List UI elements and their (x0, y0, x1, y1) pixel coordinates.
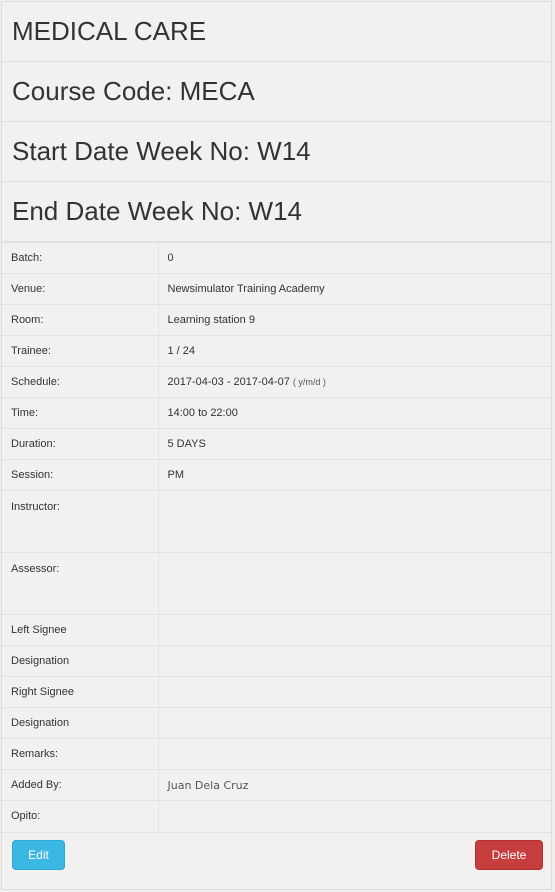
added-by-label: Added By: (2, 769, 159, 801)
schedule-label: Schedule: (2, 366, 159, 398)
edit-button[interactable]: Edit (12, 839, 65, 870)
duration-value: 5 DAYS (158, 428, 551, 460)
time-label: Time: (2, 397, 159, 429)
row-added-by: Added By: Juan Dela Cruz (2, 769, 551, 801)
row-opito: Opito: (2, 800, 551, 832)
assessor-value (158, 552, 551, 615)
row-venue: Venue: Newsimulator Training Academy (2, 273, 551, 305)
right-signee-value (158, 676, 551, 708)
course-details-panel: MEDICAL CARE Course Code: MECA Start Dat… (1, 1, 552, 890)
remarks-label: Remarks: (2, 738, 159, 770)
opito-label: Opito: (2, 800, 159, 832)
details-table: Batch: 0 Venue: Newsimulator Training Ac… (2, 242, 551, 832)
left-designation-label: Designation (2, 645, 159, 677)
row-right-signee: Right Signee (2, 676, 551, 708)
schedule-format: ( y/m/d ) (292, 377, 326, 387)
trainee-value: 1 / 24 (158, 335, 551, 367)
assessor-label: Assessor: (2, 552, 159, 615)
row-assessor: Assessor: (2, 552, 551, 615)
venue-label: Venue: (2, 273, 159, 305)
left-signee-label: Left Signee (2, 614, 159, 646)
added-by-value: Juan Dela Cruz (158, 769, 551, 801)
session-value: PM (158, 459, 551, 491)
right-designation-label: Designation (2, 707, 159, 739)
venue-value: Newsimulator Training Academy (158, 273, 551, 305)
course-title: MEDICAL CARE (2, 2, 551, 62)
row-left-designation: Designation (2, 645, 551, 677)
row-instructor: Instructor: (2, 490, 551, 553)
duration-label: Duration: (2, 428, 159, 460)
right-designation-value (158, 707, 551, 739)
row-schedule: Schedule: 2017-04-03 - 2017-04-07 ( y/m/… (2, 366, 551, 398)
left-signee-value (158, 614, 551, 646)
remarks-value (158, 738, 551, 770)
course-code: Course Code: MECA (2, 62, 551, 122)
left-designation-value (158, 645, 551, 677)
row-trainee: Trainee: 1 / 24 (2, 335, 551, 367)
schedule-cell: 2017-04-03 - 2017-04-07 ( y/m/d ) (158, 366, 551, 398)
opito-value (158, 800, 551, 832)
start-week: Start Date Week No: W14 (2, 122, 551, 182)
row-room: Room: Learning station 9 (2, 304, 551, 336)
row-duration: Duration: 5 DAYS (2, 428, 551, 460)
row-time: Time: 14:00 to 22:00 (2, 397, 551, 429)
delete-button[interactable]: Delete (475, 839, 543, 870)
row-right-designation: Designation (2, 707, 551, 739)
right-signee-label: Right Signee (2, 676, 159, 708)
batch-value: 0 (158, 242, 551, 274)
row-left-signee: Left Signee (2, 614, 551, 646)
room-value: Learning station 9 (158, 304, 551, 336)
schedule-value: 2017-04-03 - 2017-04-07 (167, 376, 290, 388)
session-label: Session: (2, 459, 159, 491)
end-week: End Date Week No: W14 (2, 182, 551, 242)
instructor-value (158, 490, 551, 553)
action-bar: Edit Delete (2, 831, 551, 873)
row-session: Session: PM (2, 459, 551, 491)
time-value: 14:00 to 22:00 (158, 397, 551, 429)
row-batch: Batch: 0 (2, 242, 551, 274)
trainee-label: Trainee: (2, 335, 159, 367)
instructor-label: Instructor: (2, 490, 159, 553)
room-label: Room: (2, 304, 159, 336)
row-remarks: Remarks: (2, 738, 551, 770)
batch-label: Batch: (2, 242, 159, 274)
